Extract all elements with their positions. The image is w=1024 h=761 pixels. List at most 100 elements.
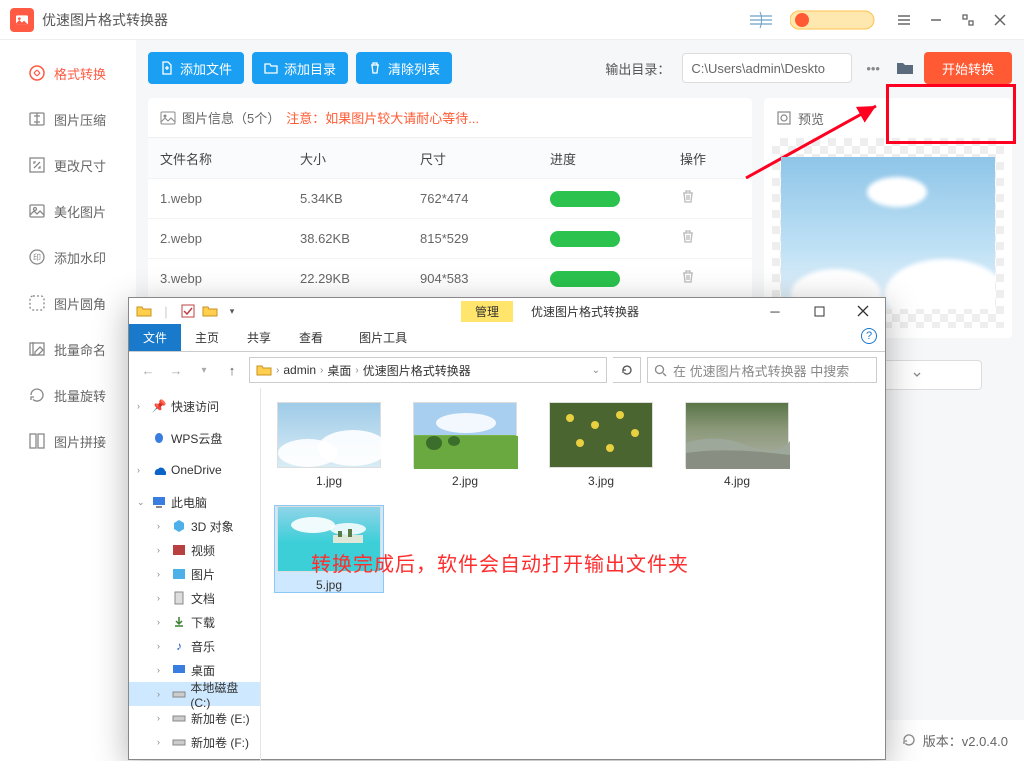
resize-icon [28,156,46,174]
explorer-tree: ›📌快速访问 WPS云盘 ›OneDrive ⌄此电脑 ›3D 对象 ›视频 ›… [129,388,261,761]
info-row: 图片信息（5个） 注意：如果图片较大请耐心等待... [148,98,752,138]
sidebar-item-compress[interactable]: 图片压缩 [0,96,135,142]
sidebar-item-rename[interactable]: 批量命名 [0,326,135,372]
tree-wps[interactable]: WPS云盘 [129,426,260,450]
sidebar-label: 格式转换 [54,64,106,83]
tree-3d[interactable]: ›3D 对象 [129,514,260,538]
sidebar-item-resize[interactable]: 更改尺寸 [0,142,135,188]
progress-bar [550,191,620,207]
add-dir-button[interactable]: 添加目录 [252,52,348,84]
sidebar-label: 图片拼接 [54,432,106,451]
add-file-button[interactable]: 添加文件 [148,52,244,84]
qat-divider: | [157,302,175,320]
tree-fdrive[interactable]: ›新加卷 (F:) [129,730,260,754]
tree-cdrive[interactable]: ›本地磁盘 (C:) [129,682,260,706]
tree-pic[interactable]: ›图片 [129,562,260,586]
nav-fwd-icon[interactable]: → [165,359,187,381]
table-row[interactable]: 3.webp 22.29KB 904*583 [148,258,752,298]
ribbon-contextual-tab[interactable]: 管理 [461,301,513,322]
browse-folder-button[interactable] [894,57,916,79]
sidebar-label: 批量命名 [54,340,106,359]
maximize-icon[interactable] [954,6,982,34]
path-more-button[interactable]: ••• [860,61,886,76]
file-thumb[interactable]: 1.jpg [275,402,383,488]
explorer-maximize[interactable] [797,298,841,324]
file-thumb[interactable]: 3.jpg [547,402,655,488]
compress-icon [28,110,46,128]
status-bar: 版本：v2.0.4.0 [885,720,1024,760]
sidebar-item-format[interactable]: 格式转换 [0,50,135,96]
ribbon-share-tab[interactable]: 共享 [233,324,285,351]
explorer-ribbon-tabs: 文件 主页 共享 查看 图片工具 ? [129,324,885,352]
tree-onedrive[interactable]: ›OneDrive [129,458,260,482]
breadcrumb-dropdown[interactable]: ⌄ [592,365,600,376]
explorer-file-pane[interactable]: 1.jpg 2.jpg 3.jpg 4.jpg 5.jpg 转换完成后，软件会自… [261,388,885,761]
sidebar-label: 更改尺寸 [54,156,106,175]
ribbon-view-tab[interactable]: 查看 [285,324,337,351]
sidebar-item-stitch[interactable]: 图片拼接 [0,418,135,464]
explorer-window: | ▾ 管理 优速图片格式转换器 ─ 文件 主页 共享 查看 图片工具 ? ← … [128,297,886,760]
nav-back-icon[interactable]: ← [137,359,159,381]
ribbon-help-icon[interactable]: ? [861,328,877,344]
table-row[interactable]: 2.webp 38.62KB 815*529 [148,218,752,258]
ribbon-tools-tab[interactable]: 图片工具 [345,324,421,351]
decor-badge [790,8,880,32]
version-label: 版本：v2.0.4.0 [923,731,1008,750]
output-label: 输出目录： [605,59,670,78]
nav-recent-icon[interactable]: ▾ [193,359,215,381]
close-icon[interactable] [986,6,1014,34]
explorer-minimize[interactable]: ─ [753,298,797,324]
round-icon [28,294,46,312]
app-titlebar: 优速图片格式转换器 [0,0,1024,40]
qat-folder2-icon[interactable] [201,302,219,320]
file-thumb[interactable]: 4.jpg [683,402,791,488]
ribbon-home-tab[interactable]: 主页 [181,324,233,351]
refresh-button[interactable] [613,357,641,383]
delete-row-button[interactable] [680,269,740,288]
folder-icon [256,362,272,378]
svg-text:印: 印 [33,253,41,262]
tree-music[interactable]: ›♪音乐 [129,634,260,658]
tree-video[interactable]: ›视频 [129,538,260,562]
tree-quick-access[interactable]: ›📌快速访问 [129,394,260,418]
tree-dl[interactable]: ›下载 [129,610,260,634]
stitch-icon [28,432,46,450]
info-warning: 注意：如果图片较大请耐心等待... [286,108,479,127]
qat-dropdown-icon[interactable]: ▾ [223,302,241,320]
folder-icon[interactable] [135,302,153,320]
file-thumb[interactable]: 2.jpg [411,402,519,488]
sidebar-item-beautify[interactable]: 美化图片 [0,188,135,234]
sidebar-label: 批量旋转 [54,386,106,405]
sidebar-label: 添加水印 [54,248,106,267]
annotation-text: 转换完成后，软件会自动打开输出文件夹 [311,548,689,577]
refresh-icon[interactable] [901,732,917,748]
breadcrumb[interactable]: › admin› 桌面› 优速图片格式转换器 ⌄ [249,357,607,383]
delete-row-button[interactable] [680,189,740,208]
sidebar-item-rotate[interactable]: 批量旋转 [0,372,135,418]
tree-edrive[interactable]: ›新加卷 (E:) [129,706,260,730]
beautify-icon [28,202,46,220]
clear-button[interactable]: 清除列表 [356,52,452,84]
output-path-input[interactable]: C:\Users\admin\Deskto [682,53,852,83]
qat-check-icon[interactable] [179,302,197,320]
menu-icon[interactable] [890,6,918,34]
tree-this-pc[interactable]: ⌄此电脑 [129,490,260,514]
explorer-titlebar: | ▾ 管理 优速图片格式转换器 ─ [129,298,885,324]
app-logo-icon [10,8,34,32]
sidebar-label: 美化图片 [54,202,106,221]
start-convert-button[interactable]: 开始转换 [924,52,1012,84]
ribbon-file-tab[interactable]: 文件 [129,324,181,351]
delete-row-button[interactable] [680,229,740,248]
tree-doc[interactable]: ›文档 [129,586,260,610]
progress-bar [550,231,620,247]
sidebar-item-watermark[interactable]: 印 添加水印 [0,234,135,280]
watermark-icon: 印 [28,248,46,266]
sidebar-item-round[interactable]: 图片圆角 [0,280,135,326]
table-row[interactable]: 1.webp 5.34KB 762*474 [148,178,752,218]
sidebar: 格式转换 图片压缩 更改尺寸 美化图片 印 添加水印 图片圆角 批量命名 批量旋转… [0,40,136,720]
sidebar-label: 图片压缩 [54,110,106,129]
explorer-close[interactable] [841,298,885,324]
minimize-icon[interactable] [922,6,950,34]
explorer-search-input[interactable]: 在 优速图片格式转换器 中搜索 [647,357,877,383]
nav-up-icon[interactable]: ↑ [221,359,243,381]
